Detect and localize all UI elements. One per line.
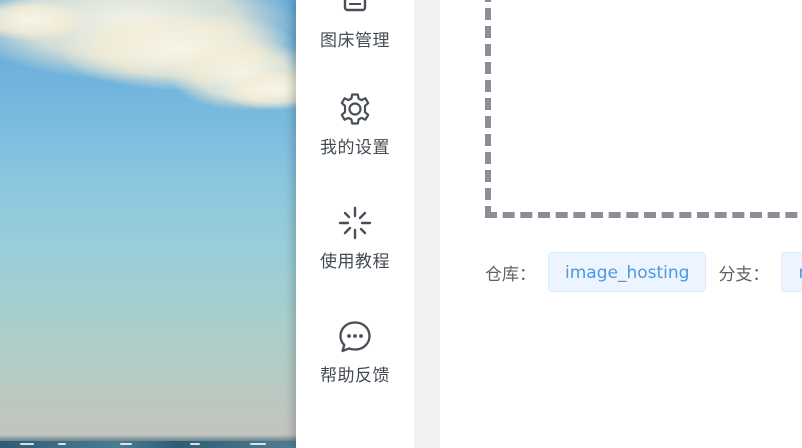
repo-label: 仓库： bbox=[485, 264, 536, 285]
sparkle-icon bbox=[338, 206, 372, 240]
sidebar-item-image-manage[interactable]: 图床管理 bbox=[296, 0, 414, 51]
branch-label: 分支： bbox=[718, 264, 770, 285]
background-photo bbox=[0, 0, 296, 448]
panel-gutter bbox=[414, 0, 440, 448]
chat-icon bbox=[339, 321, 371, 353]
sidebar-item-settings[interactable]: 我的设置 bbox=[296, 91, 414, 158]
sidebar-item-label: 我的设置 bbox=[320, 138, 390, 158]
sidebar-item-label: 帮助反馈 bbox=[320, 366, 390, 386]
main-panel: 仓库： image_hosting 分支： master bbox=[440, 0, 802, 448]
sidebar: 图床管理 我的设置 使用教程 帮助反馈 bbox=[296, 0, 414, 448]
sidebar-item-tutorial[interactable]: 使用教程 bbox=[296, 205, 414, 272]
image-manage-icon bbox=[343, 0, 367, 12]
repo-tag: image_hosting bbox=[548, 252, 707, 292]
branch-tag: master bbox=[781, 252, 802, 292]
sidebar-item-label: 使用教程 bbox=[320, 252, 390, 272]
sidebar-item-label: 图床管理 bbox=[320, 31, 390, 51]
repo-info-row: 仓库： image_hosting 分支： master bbox=[485, 252, 802, 292]
sidebar-item-feedback[interactable]: 帮助反馈 bbox=[296, 319, 414, 386]
gear-icon bbox=[340, 93, 370, 125]
upload-drop-zone[interactable] bbox=[485, 0, 802, 218]
app-window: 图床管理 我的设置 使用教程 帮助反馈 仓库： image_hosting 分支… bbox=[0, 0, 802, 448]
